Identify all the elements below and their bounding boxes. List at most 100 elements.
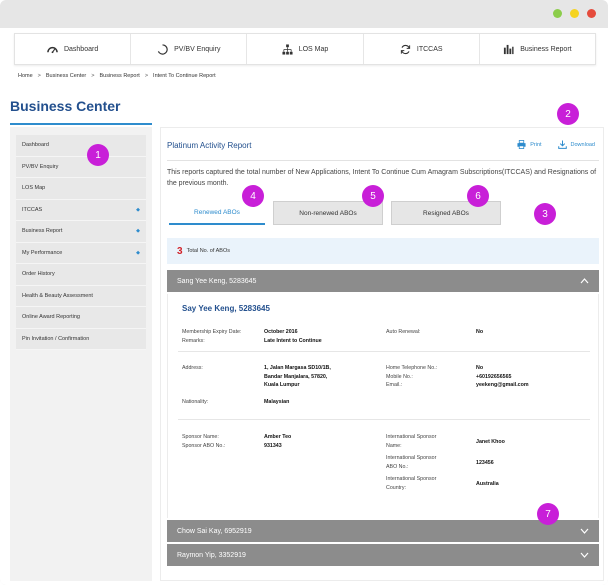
intl-abo-value-text: 123456 bbox=[476, 460, 494, 466]
member-name: Say Yee Keng, 5283645 bbox=[182, 304, 270, 313]
callout-2: 2 bbox=[557, 103, 579, 125]
download-icon bbox=[557, 140, 567, 149]
intl-abo-label-line1: International Sponsor bbox=[386, 455, 437, 461]
sidebar-item-online-award[interactable]: Online Award Reporting bbox=[16, 307, 146, 329]
intl-abo-label: International Sponsor ABO No.: bbox=[386, 454, 436, 471]
callout-1: 1 bbox=[87, 144, 109, 166]
intl-abo-value: 123456 bbox=[476, 459, 494, 468]
sidebar-item-pvbv-enquiry[interactable]: PV/BV Enquiry bbox=[16, 157, 146, 178]
sponsor-abo-value: 931343 bbox=[264, 442, 282, 449]
print-button[interactable]: Print bbox=[517, 140, 542, 149]
breadcrumb-separator: > bbox=[91, 73, 95, 79]
sidebar-menu: Dashboard PV/BV Enquiry LOS Map ITCCAS ◆ … bbox=[16, 135, 146, 350]
download-button[interactable]: Download bbox=[557, 140, 595, 149]
callout-4: 4 bbox=[242, 185, 264, 207]
sidebar-item-health-beauty[interactable]: Health & Beauty Assessment bbox=[16, 286, 146, 307]
home-tel-label: Home Telephone No.: bbox=[386, 365, 438, 371]
nav-item-dashboard[interactable]: Dashboard bbox=[15, 34, 132, 64]
breadcrumb-business-center[interactable]: Business Center bbox=[46, 73, 86, 79]
accordion-header-2[interactable]: Chow Sai Kay, 6952919 bbox=[167, 520, 599, 542]
page-title: Business Center bbox=[10, 98, 121, 114]
expand-icon: ◆ bbox=[136, 249, 140, 256]
membership-values: October 2016 Late Intent to Continue bbox=[264, 328, 322, 345]
intl-country-label: International Sponsor Country: bbox=[386, 475, 436, 492]
sidebar-item-itccas[interactable]: ITCCAS ◆ bbox=[16, 200, 146, 221]
header-divider bbox=[167, 160, 599, 161]
sponsor-name-label: Sponsor Name: bbox=[182, 434, 219, 440]
nav-item-itccas[interactable]: ITCCAS bbox=[364, 34, 480, 64]
accordion-title: Chow Sai Kay, 6952919 bbox=[177, 527, 252, 535]
sidebar-item-los-map[interactable]: LOS Map bbox=[16, 178, 146, 200]
address-line-3: Kuala Lumpur bbox=[264, 382, 300, 388]
window-dot-green[interactable] bbox=[553, 9, 562, 18]
sidebar-item-order-history[interactable]: Order History bbox=[16, 264, 146, 286]
sitemap-icon bbox=[282, 43, 293, 55]
sidebar-item-label: PV/BV Enquiry bbox=[22, 163, 59, 170]
breadcrumb-home[interactable]: Home bbox=[18, 73, 33, 79]
sidebar-item-label: Health & Beauty Assessment bbox=[22, 292, 93, 299]
sponsor-labels: Sponsor Name: Sponsor ABO No.: bbox=[182, 433, 225, 450]
nationality-label: Nationality: bbox=[182, 398, 208, 407]
sidebar-item-dashboard[interactable]: Dashboard bbox=[16, 135, 146, 157]
nav-item-pvbv-enquiry[interactable]: PV/BV Enquiry bbox=[131, 34, 248, 64]
expand-icon: ◆ bbox=[136, 206, 140, 213]
report-title: Platinum Activity Report bbox=[167, 141, 252, 150]
nav-item-business-report[interactable]: Business Report bbox=[480, 34, 595, 64]
intl-name-value-text: Janet Khoo bbox=[476, 439, 505, 445]
contact-labels: Home Telephone No.: Mobile No.: Email.: bbox=[386, 364, 437, 390]
sidebar-item-label: Online Award Reporting bbox=[22, 314, 80, 321]
remarks-value: Late Intent to Continue bbox=[264, 337, 322, 344]
intl-name-value: Janet Khoo bbox=[476, 438, 505, 447]
window-dot-yellow[interactable] bbox=[570, 9, 579, 18]
top-nav: Dashboard PV/BV Enquiry LOS Map ITCCAS B… bbox=[14, 33, 596, 65]
total-label: Total No. of ABOs bbox=[186, 248, 230, 254]
nav-label: Business Report bbox=[520, 45, 572, 53]
print-label: Print bbox=[530, 141, 542, 148]
sponsor-name-value: Amber Teo bbox=[264, 434, 292, 440]
sidebar-item-label: ITCCAS bbox=[22, 206, 43, 213]
page-content: Dashboard PV/BV Enquiry LOS Map ITCCAS B… bbox=[0, 28, 608, 585]
browser-window: Dashboard PV/BV Enquiry LOS Map ITCCAS B… bbox=[0, 0, 608, 585]
email-label: Email.: bbox=[386, 382, 403, 388]
intl-abo-label-line2: ABO No.: bbox=[386, 463, 409, 470]
sidebar-item-my-performance[interactable]: My Performance ◆ bbox=[16, 243, 146, 264]
breadcrumb: Home > Business Center > Business Report… bbox=[18, 73, 216, 79]
nav-label: PV/BV Enquiry bbox=[174, 45, 221, 53]
intl-country-value: Australia bbox=[476, 480, 499, 489]
mobile-label: Mobile No.: bbox=[386, 373, 413, 380]
nav-label: Dashboard bbox=[63, 45, 99, 53]
home-tel-value: No bbox=[476, 365, 484, 371]
sidebar-item-label: LOS Map bbox=[22, 185, 46, 192]
sponsor-values: Amber Teo 931343 bbox=[264, 433, 291, 450]
email-value: yeekeng@gmail.com bbox=[476, 382, 529, 388]
accordion-header-3[interactable]: Raymon Yip, 3352919 bbox=[167, 544, 599, 566]
accordion-title: Sang Yee Keng, 5283645 bbox=[177, 277, 257, 285]
address-label: Address: bbox=[182, 364, 203, 373]
breadcrumb-separator: > bbox=[144, 73, 149, 79]
breadcrumb-separator: > bbox=[37, 73, 41, 79]
nav-label: LOS Map bbox=[298, 45, 329, 53]
accordion-header-1[interactable]: Sang Yee Keng, 5283645 bbox=[167, 270, 599, 292]
sidebar-item-pin-invitation[interactable]: Pin Invitation / Confirmation bbox=[16, 329, 146, 350]
nav-label: ITCCAS bbox=[416, 45, 443, 53]
auto-renewal-label-text: Auto Renewal: bbox=[386, 329, 421, 335]
intl-name-label: International Sponsor Name: bbox=[386, 433, 436, 450]
print-icon bbox=[517, 140, 526, 149]
accordion-title: Raymon Yip, 3352919 bbox=[177, 551, 246, 559]
window-dot-red[interactable] bbox=[587, 9, 596, 18]
intl-country-value-text: Australia bbox=[476, 481, 499, 487]
window-controls bbox=[553, 9, 596, 18]
callout-6: 6 bbox=[467, 185, 489, 207]
breadcrumb-business-report[interactable]: Business Report bbox=[99, 73, 139, 79]
address-label-text: Address: bbox=[182, 365, 203, 371]
nationality-value-text: Malaysian bbox=[264, 399, 290, 405]
nav-item-los-map[interactable]: LOS Map bbox=[247, 34, 364, 64]
auto-renewal-value-text: No bbox=[476, 329, 484, 335]
intl-name-label-line2: Name: bbox=[386, 442, 402, 449]
section-divider bbox=[178, 351, 590, 352]
expiry-label: Membership Expiry Date: bbox=[182, 329, 242, 335]
sidebar-item-business-report[interactable]: Business Report ◆ bbox=[16, 221, 146, 243]
sidebar-item-label: My Performance bbox=[22, 249, 63, 256]
address-line-1: 1, Jalan Margasa SD10/1B, bbox=[264, 365, 331, 371]
breadcrumb-current: Intent To Continue Report bbox=[153, 73, 216, 79]
